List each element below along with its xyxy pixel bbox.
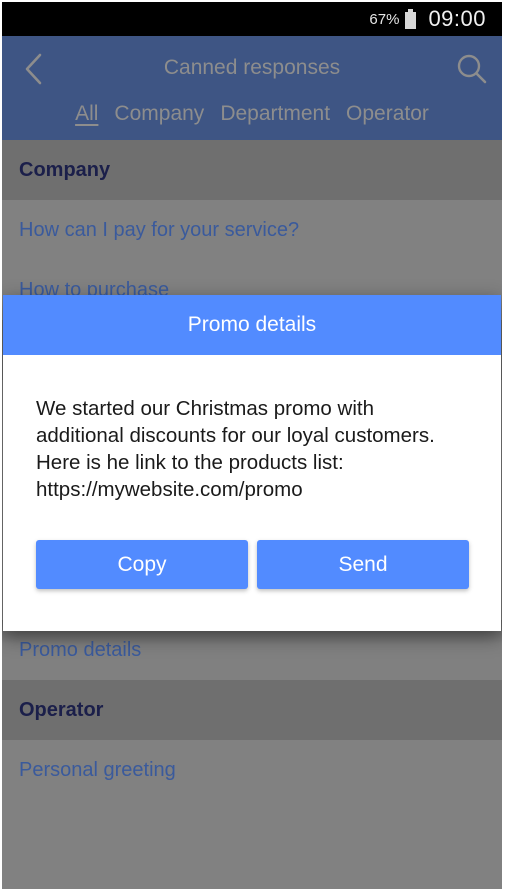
copy-button[interactable]: Copy: [36, 540, 248, 589]
search-icon: [457, 54, 487, 84]
search-button[interactable]: [456, 52, 488, 86]
dialog-actions: Copy Send: [36, 540, 469, 590]
tab-department[interactable]: Department: [220, 102, 330, 128]
section-header-label: Company: [19, 158, 111, 181]
list-item[interactable]: Personal greeting: [2, 740, 502, 800]
battery-icon: [405, 9, 417, 29]
clock: 09:00: [428, 6, 486, 31]
tab-all[interactable]: All: [75, 102, 98, 128]
section-header-company: Company: [2, 140, 502, 200]
list-item-label: Personal greeting: [19, 758, 176, 781]
page-title: Canned responses: [163, 56, 341, 79]
dialog-message: We started our Christmas promo with addi…: [36, 397, 435, 501]
send-button[interactable]: Send: [257, 540, 469, 589]
filter-tabs: All Company Department Operator: [2, 102, 502, 128]
list-item-label: Promo details: [19, 638, 142, 661]
promo-dialog: Promo details We started our Christmas p…: [3, 295, 501, 631]
status-bar: 67% 09:00: [2, 2, 502, 36]
tab-operator[interactable]: Operator: [346, 102, 429, 128]
section-header-operator: Operator: [2, 680, 502, 740]
tab-company[interactable]: Company: [114, 102, 204, 128]
app-bar: Canned responses All Company Department …: [2, 36, 502, 140]
dialog-title: Promo details: [3, 295, 501, 355]
battery-percent: 67%: [369, 10, 400, 28]
section-header-label: Operator: [19, 698, 104, 721]
app-screen: 67% 09:00 Canned responses All Company D…: [2, 2, 502, 889]
status-right: 67% 09:00: [369, 2, 486, 36]
list-item-label: How can I pay for your service?: [19, 218, 300, 241]
battery-body: [405, 12, 417, 29]
list-item[interactable]: How can I pay for your service?: [2, 200, 502, 260]
